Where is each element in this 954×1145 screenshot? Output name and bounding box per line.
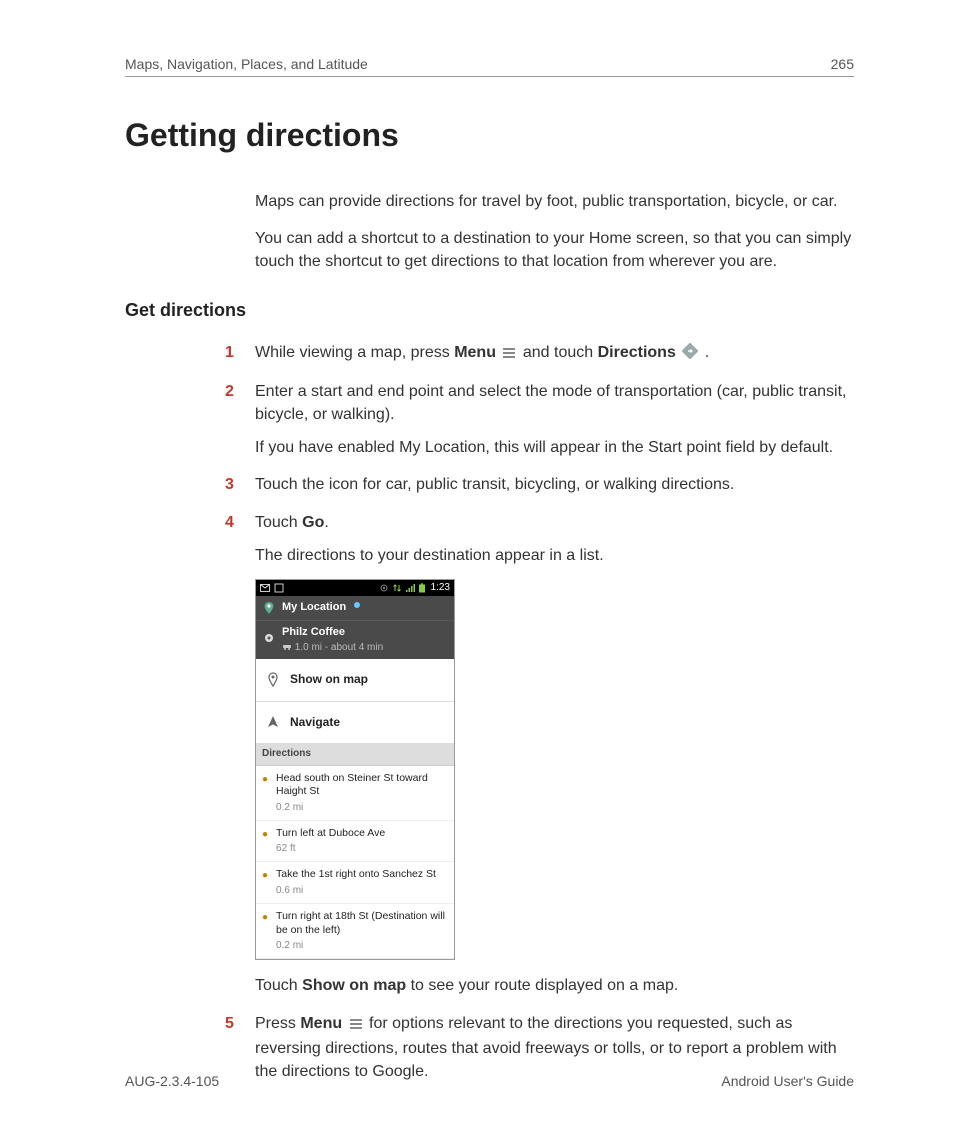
directions-icon — [682, 343, 698, 366]
intro-block: Maps can provide directions for travel b… — [255, 190, 854, 274]
show-on-map-label: Show on map — [302, 977, 406, 994]
direction-step: ● Head south on Steiner St toward Haight… — [256, 766, 454, 821]
step-text: While viewing a map, press Menu and touc… — [255, 344, 709, 361]
dest-pin-icon — [262, 633, 276, 647]
app-icon — [274, 583, 284, 593]
direction-distance: 0.2 mi — [276, 939, 446, 952]
direction-distance: 62 ft — [276, 842, 446, 855]
step-number: 2 — [225, 380, 234, 403]
show-on-map-label: Show on map — [290, 671, 368, 688]
step-bullet-icon: ● — [262, 910, 268, 952]
from-row: My Location — [256, 596, 454, 621]
menu-icon — [349, 1014, 363, 1037]
step-number: 1 — [225, 341, 234, 364]
dest-sub: 1.0 mi - about 4 min — [295, 642, 383, 653]
to-row: Philz Coffee 1.0 mi - about 4 min — [256, 621, 454, 659]
direction-text: Head south on Steiner St toward Haight S… — [276, 772, 446, 799]
directions-label: Directions — [598, 344, 676, 361]
footer-right: Android User's Guide — [721, 1073, 854, 1089]
intro-p2: You can add a shortcut to a destination … — [255, 227, 854, 273]
menu-label: Menu — [454, 344, 496, 361]
signal-icon — [405, 583, 415, 593]
mail-icon — [260, 583, 270, 593]
from-label: My Location — [282, 600, 346, 616]
footer-left: AUG-2.3.4-105 — [125, 1073, 219, 1089]
direction-step: ● Turn right at 18th St (Destination wil… — [256, 904, 454, 959]
page-number: 265 — [831, 56, 854, 72]
menu-icon — [502, 343, 516, 366]
location-pin-icon — [262, 601, 276, 615]
page-title: Getting directions — [125, 117, 854, 154]
step-number: 3 — [225, 473, 234, 496]
page-header: Maps, Navigation, Places, and Latitude 2… — [125, 56, 854, 77]
step-text: Touch Go. — [255, 514, 329, 531]
clock-time: 1:23 — [431, 581, 450, 596]
data-icon — [392, 583, 402, 593]
status-bar: 1:23 — [256, 580, 454, 596]
step-number: 5 — [225, 1012, 234, 1035]
step-text: Touch the icon for car, public transit, … — [255, 476, 734, 493]
phone-screenshot: 1:23 My Location Philz Coffee — [255, 579, 455, 961]
current-location-icon — [352, 600, 362, 616]
direction-step: ● Take the 1st right onto Sanchez St 0.6… — [256, 862, 454, 904]
step-number: 4 — [225, 511, 234, 534]
step-2: 2 Enter a start and end point and select… — [225, 380, 854, 460]
menu-label: Menu — [300, 1015, 342, 1032]
intro-p1: Maps can provide directions for travel b… — [255, 190, 854, 213]
directions-header: Directions — [256, 744, 454, 766]
section-title: Get directions — [125, 300, 854, 321]
step-subtext: The directions to your destination appea… — [255, 544, 854, 567]
direction-step: ● Turn left at Duboce Ave 62 ft — [256, 821, 454, 863]
step-subtext-2: Touch Show on map to see your route disp… — [255, 974, 854, 997]
direction-distance: 0.6 mi — [276, 884, 446, 897]
step-bullet-icon: ● — [262, 772, 268, 814]
step-bullet-icon: ● — [262, 827, 268, 856]
page-footer: AUG-2.3.4-105 Android User's Guide — [125, 1073, 854, 1089]
go-label: Go — [302, 514, 324, 531]
step-bullet-icon: ● — [262, 868, 268, 897]
direction-text: Turn left at Duboce Ave — [276, 827, 446, 841]
navigate-btn[interactable]: Navigate — [256, 702, 454, 744]
step-4: 4 Touch Go. The directions to your desti… — [225, 511, 854, 998]
step-text: Enter a start and end point and select t… — [255, 383, 846, 423]
dest-block: Philz Coffee 1.0 mi - about 4 min — [282, 625, 383, 655]
show-on-map-btn[interactable]: Show on map — [256, 659, 454, 701]
dest-name: Philz Coffee — [282, 625, 383, 641]
breadcrumb: Maps, Navigation, Places, and Latitude — [125, 56, 368, 72]
pin-icon — [266, 672, 280, 688]
direction-distance: 0.2 mi — [276, 801, 446, 814]
battery-icon — [418, 583, 428, 593]
navigate-icon — [266, 715, 280, 729]
step-subtext: If you have enabled My Location, this wi… — [255, 436, 854, 459]
car-icon — [282, 642, 295, 653]
step-1: 1 While viewing a map, press Menu and to… — [225, 341, 854, 366]
step-3: 3 Touch the icon for car, public transit… — [225, 473, 854, 496]
eye-icon — [379, 583, 389, 593]
direction-text: Turn right at 18th St (Destination will … — [276, 910, 446, 937]
direction-text: Take the 1st right onto Sanchez St — [276, 868, 446, 882]
navigate-label: Navigate — [290, 714, 340, 731]
steps-list: 1 While viewing a map, press Menu and to… — [225, 341, 854, 1084]
step-text: Press Menu for options relevant to the d… — [255, 1015, 837, 1080]
